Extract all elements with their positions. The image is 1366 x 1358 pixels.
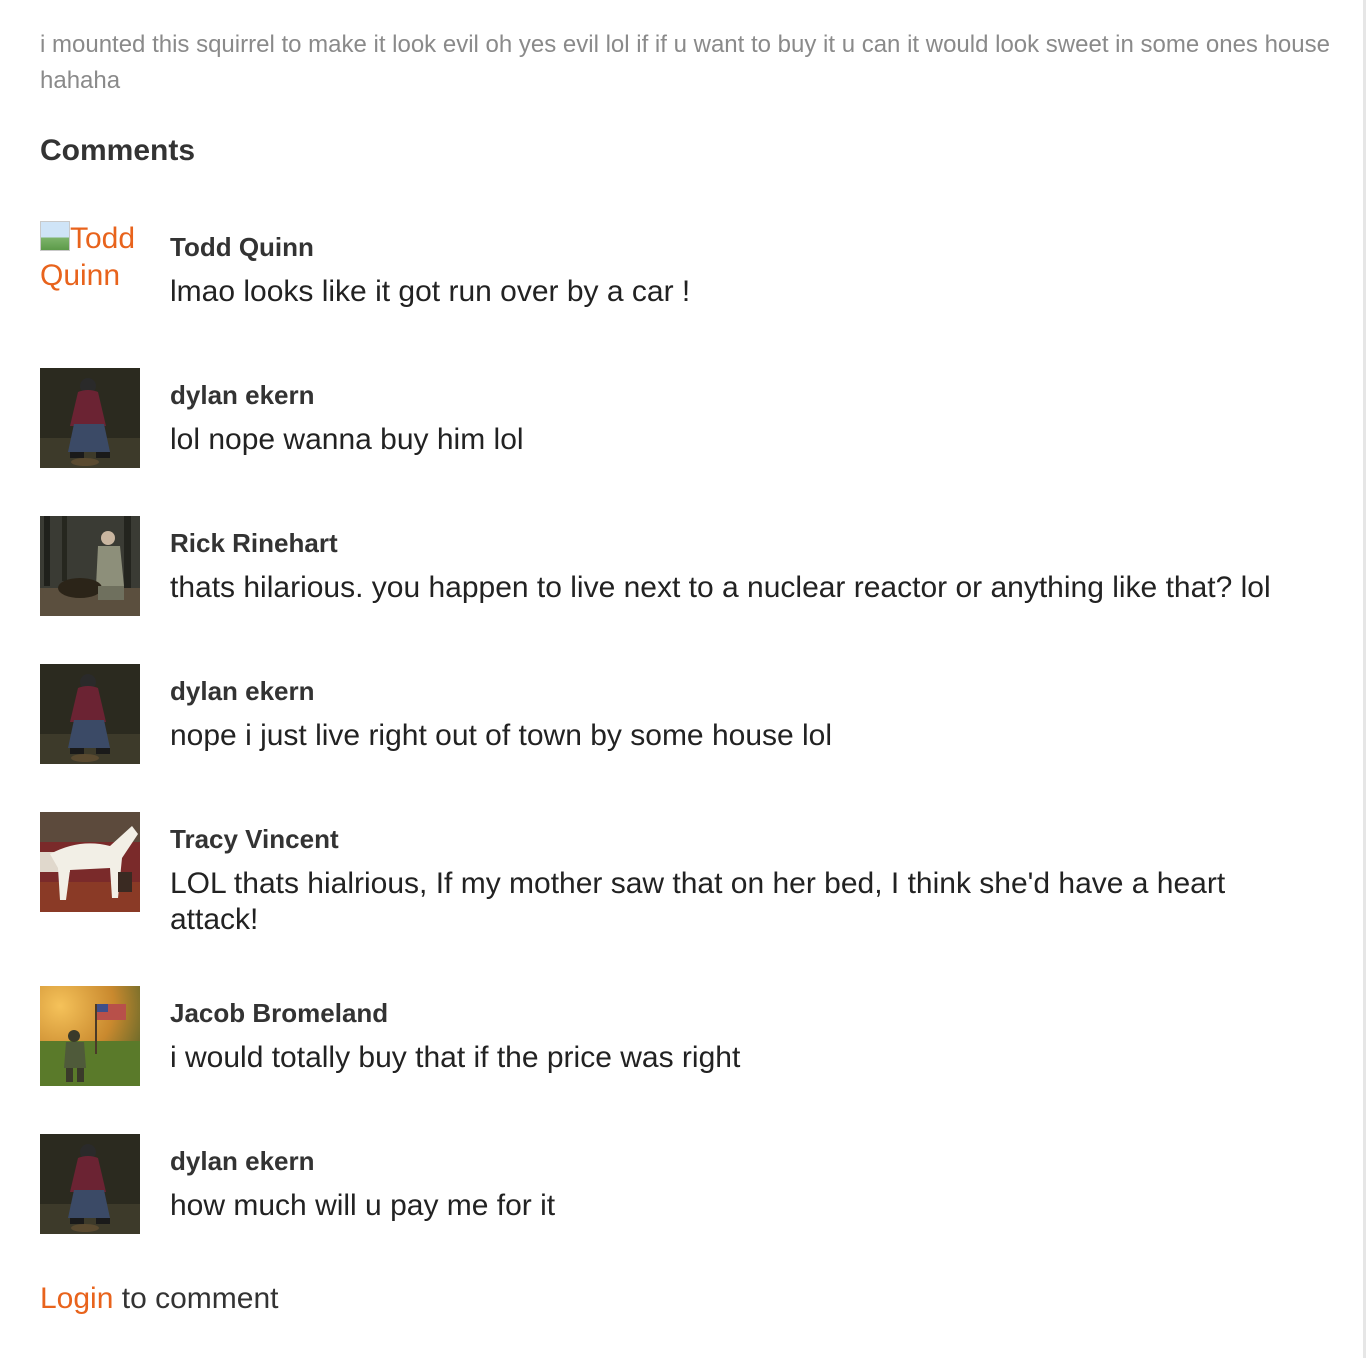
user-photo-dylan bbox=[40, 368, 140, 468]
comment-text: thats hilarious. you happen to live next… bbox=[170, 571, 1271, 604]
avatar-link[interactable]: Todd Quinn bbox=[40, 220, 140, 294]
broken-image-icon bbox=[40, 221, 70, 251]
avatar[interactable] bbox=[40, 986, 140, 1086]
comment-author[interactable]: Rick Rinehart bbox=[170, 527, 338, 559]
comment-author[interactable]: Tracy Vincent bbox=[170, 823, 339, 855]
avatar[interactable] bbox=[40, 516, 140, 616]
comment-author[interactable]: Jacob Bromeland bbox=[170, 997, 388, 1029]
post-description: i mounted this squirrel to make it look … bbox=[40, 31, 1330, 94]
avatar[interactable] bbox=[40, 812, 140, 912]
comment-text: how much will u pay me for it bbox=[170, 1189, 556, 1222]
comment-text: nope i just live right out of town by so… bbox=[170, 719, 833, 752]
user-photo-tracy bbox=[40, 812, 140, 912]
comment-author[interactable]: Todd Quinn bbox=[170, 231, 314, 263]
comment-text: LOL thats hialrious, If my mother saw th… bbox=[170, 867, 1226, 936]
comment-text: lol nope wanna buy him lol bbox=[170, 423, 524, 456]
user-photo-dylan bbox=[40, 1134, 140, 1234]
avatar[interactable] bbox=[40, 664, 140, 764]
comments-heading: Comments bbox=[40, 134, 196, 167]
comment-author[interactable]: dylan ekern bbox=[170, 675, 315, 707]
comment-author[interactable]: dylan ekern bbox=[170, 379, 315, 411]
user-photo-dylan bbox=[40, 664, 140, 764]
login-link[interactable]: Login bbox=[40, 1282, 113, 1315]
avatar[interactable] bbox=[40, 1134, 140, 1234]
comment-text: lmao looks like it got run over by a car… bbox=[170, 275, 691, 308]
user-photo-rick bbox=[40, 516, 140, 616]
comment-author[interactable]: dylan ekern bbox=[170, 1145, 315, 1177]
user-photo-jacob bbox=[40, 986, 140, 1086]
avatar[interactable] bbox=[40, 368, 140, 468]
login-suffix: to comment bbox=[113, 1282, 279, 1315]
login-prompt: Login to comment bbox=[40, 1280, 278, 1318]
comment-text: i would totally buy that if the price wa… bbox=[170, 1041, 741, 1074]
